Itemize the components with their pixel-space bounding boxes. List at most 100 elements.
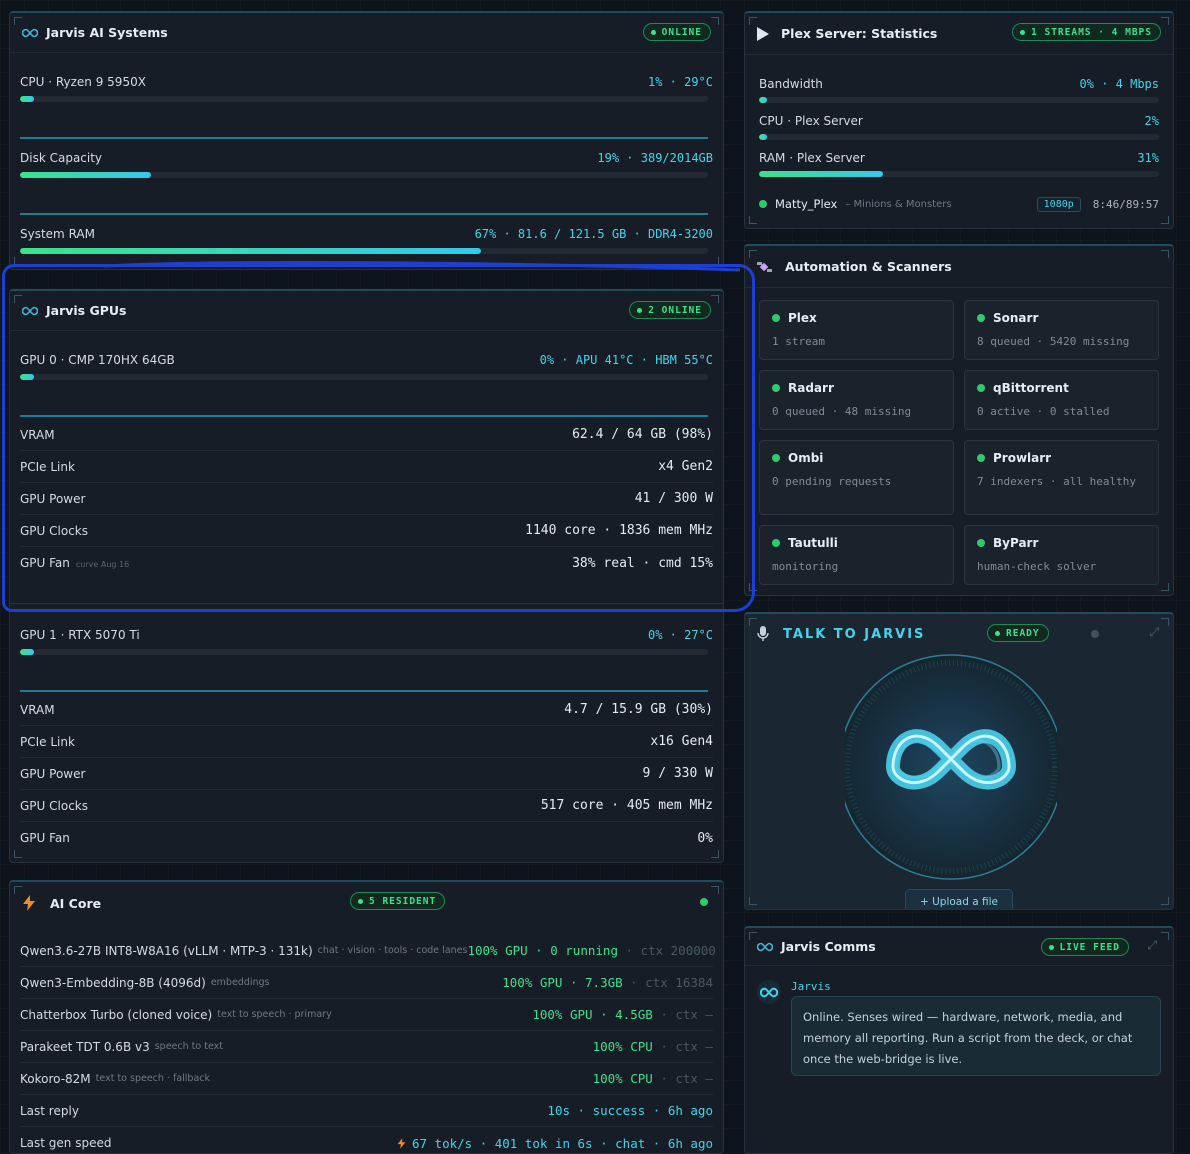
talk-status-dot xyxy=(1091,630,1099,638)
plex-streams-badge: 1 STREAMS · 4 MBPS xyxy=(1012,23,1161,41)
gpu0-label: GPU 0 · CMP 170HX 64GB xyxy=(20,353,175,367)
gpu0-sparkline xyxy=(20,415,708,417)
gpu0-value: 0% · APU 41°C · HBM 55°C xyxy=(539,353,713,367)
comms-live-badge: LIVE FEED xyxy=(1040,938,1129,956)
infinity-icon xyxy=(760,987,778,997)
stream-quality: 1080p xyxy=(1036,196,1081,212)
gpu0-clocks-row: GPU Clocks 1140 core · 1836 mem MHz xyxy=(20,515,713,547)
talk-title: TALK TO JARVIS xyxy=(783,626,926,642)
cpu-bar xyxy=(20,96,708,102)
lightning-icon xyxy=(23,895,35,911)
ai-core-badge: 5 RESIDENT xyxy=(350,892,446,910)
gpu0-vram-row: VRAM 62.4 / 64 GB (98%) xyxy=(20,419,713,451)
gpu1-label: GPU 1 · RTX 5070 Ti xyxy=(20,628,140,642)
plex-title: Plex Server: Statistics xyxy=(781,26,938,41)
systems-panel: Jarvis AI Systems ONLINE CPU · Ryzen 9 5… xyxy=(9,11,724,270)
gpu1-value: 0% · 27°C xyxy=(647,628,713,642)
talk-panel: TALK TO JARVIS READY ⤢ + Upload a file xyxy=(744,612,1174,910)
last-gen-row: Last gen speed 67 tok/s · 401 tok in 6s ·… xyxy=(20,1135,713,1151)
gpu1-vram-row: VRAM 4.7 / 15.9 GB (30%) xyxy=(20,694,713,726)
model-row: Parakeet TDT 0.6B v3 speech to text 100% C… xyxy=(20,1031,713,1063)
model-row: Qwen3.6-27B INT8-W8A16 (vLLM · MTP-3 · 1… xyxy=(20,935,716,967)
systems-title: Jarvis AI Systems xyxy=(46,25,168,40)
gpu0-pcie-row: PCIe Link x4 Gen2 xyxy=(20,451,713,483)
automation-header: Automation & Scanners xyxy=(745,246,1173,288)
gpu0-fan-row: GPU Fan curve Aug 16 38% real · cmd 15% xyxy=(20,555,713,571)
stream-status-dot xyxy=(759,200,767,208)
cpu-value: 1% · 29°C xyxy=(647,75,713,89)
plex-cpu-label: CPU · Plex Server xyxy=(759,114,863,128)
comms-panel: Jarvis Comms LIVE FEED ⤢ Jarvis Online. … xyxy=(744,926,1174,1154)
gpu1-pcie-row: PCIe Link x16 Gen4 xyxy=(20,726,713,758)
service-card-sonarr[interactable]: Sonarr 8 queued · 5420 missing xyxy=(964,300,1159,360)
service-card-plex[interactable]: Plex 1 stream xyxy=(759,300,954,360)
gpu0-bar xyxy=(20,374,708,380)
comms-title: Jarvis Comms xyxy=(781,939,876,954)
disk-label: Disk Capacity xyxy=(20,151,103,165)
stream-title: – Minions & Monsters xyxy=(845,198,952,210)
service-card-ombi[interactable]: Ombi 0 pending requests xyxy=(759,440,954,515)
gpu0-power-row: GPU Power 41 / 300 W xyxy=(20,483,713,515)
systems-header: Jarvis AI Systems ONLINE xyxy=(10,13,723,53)
gpu1-power-row: GPU Power 9 / 330 W xyxy=(20,758,713,790)
service-card-byparr[interactable]: ByParr human-check solver xyxy=(964,525,1159,585)
disk-bar xyxy=(20,172,708,178)
model-row: Qwen3-Embedding-8B (4096d) embeddings 100%… xyxy=(20,967,713,999)
ram-label: System RAM xyxy=(20,227,95,241)
play-icon xyxy=(757,26,769,41)
plex-header: Plex Server: Statistics 1 STREAMS · 4 MB… xyxy=(745,13,1173,55)
gpu1-sparkline xyxy=(20,690,708,692)
talk-header: TALK TO JARVIS READY ⤢ xyxy=(745,614,1173,654)
systems-status-badge: ONLINE xyxy=(642,23,711,41)
plex-bandwidth-bar xyxy=(759,97,1159,103)
stream-time: 8:46/89:57 xyxy=(1092,197,1159,211)
ai-core-header: AI Core 5 RESIDENT xyxy=(10,882,723,924)
plex-ram-value: 31% xyxy=(1137,151,1159,165)
ai-core-panel: AI Core 5 RESIDENT Qwen3.6-27B INT8-W8A1… xyxy=(9,880,724,1154)
infinity-icon xyxy=(22,306,38,315)
message-sender: Jarvis xyxy=(791,980,831,993)
plex-stream-row[interactable]: Matty_Plex – Minions & Monsters 1080p 8:… xyxy=(759,193,1159,215)
model-row: Kokoro-82M text to speech · fallback 100% … xyxy=(20,1063,713,1095)
plex-cpu-bar xyxy=(759,134,1159,140)
gpu1-bar xyxy=(20,649,708,655)
talk-ready-badge: READY xyxy=(987,624,1049,642)
gpus-title: Jarvis GPUs xyxy=(46,303,127,318)
cpu-sparkline xyxy=(20,137,708,139)
service-card-tautulli[interactable]: Tautulli monitoring xyxy=(759,525,954,585)
microphone-icon xyxy=(757,626,769,641)
jarvis-avatar xyxy=(757,980,781,1004)
gpus-panel: Jarvis GPUs 2 ONLINE GPU 0 · CMP 170HX 6… xyxy=(9,289,724,863)
expand-icon[interactable]: ⤢ xyxy=(1149,625,1159,640)
service-card-radarr[interactable]: Radarr 0 queued · 48 missing xyxy=(759,370,954,430)
service-card-qbittorrent[interactable]: qBittorrent 0 active · 0 stalled xyxy=(964,370,1159,430)
cpu-label: CPU · Ryzen 9 5950X xyxy=(20,75,146,89)
service-card-prowlarr[interactable]: Prowlarr 7 indexers · all healthy xyxy=(964,440,1159,515)
plex-ram-bar xyxy=(759,171,1159,177)
model-row: Chatterbox Turbo (cloned voice) text to s… xyxy=(20,999,713,1031)
lightning-icon xyxy=(397,1137,406,1149)
infinity-icon xyxy=(757,942,773,951)
plex-panel: Plex Server: Statistics 1 STREAMS · 4 MB… xyxy=(744,11,1174,229)
message-bubble: Online. Senses wired — hardware, network… xyxy=(791,996,1161,1076)
plex-ram-label: RAM · Plex Server xyxy=(759,151,865,165)
gpu1-fan-row: GPU Fan 0% xyxy=(20,830,713,846)
disk-value: 19% · 389/2014GB xyxy=(597,151,713,165)
plex-bandwidth-value: 0% · 4 Mbps xyxy=(1079,77,1159,91)
ai-core-status-dot xyxy=(700,898,708,906)
automation-panel: Automation & Scanners Plex 1 stream Sonar… xyxy=(744,244,1174,596)
infinity-icon xyxy=(22,28,38,37)
disk-sparkline xyxy=(20,213,708,215)
upload-file-button[interactable]: + Upload a file xyxy=(905,889,1013,909)
ram-value: 67% · 81.6 / 121.5 GB · DDR4-3200 xyxy=(474,227,713,241)
jarvis-infinity-orb[interactable] xyxy=(845,652,1057,882)
last-reply-row: Last reply 10s · success · 6h ago xyxy=(20,1095,713,1127)
ai-core-title: AI Core xyxy=(50,895,102,911)
plex-cpu-value: 2% xyxy=(1144,114,1159,128)
ram-bar xyxy=(20,248,708,254)
gpus-status-badge: 2 ONLINE xyxy=(629,301,711,319)
expand-icon[interactable]: ⤢ xyxy=(1147,938,1157,953)
plex-bandwidth-label: Bandwidth xyxy=(759,77,823,91)
comms-header: Jarvis Comms LIVE FEED ⤢ xyxy=(745,928,1173,966)
annotation-stroke xyxy=(103,261,741,272)
